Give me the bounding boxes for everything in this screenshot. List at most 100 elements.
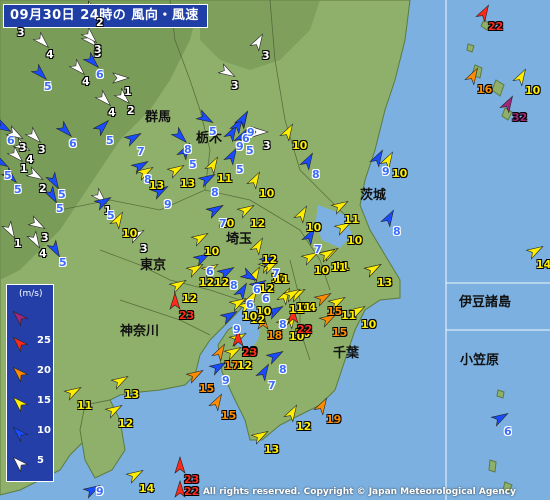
- wind-speed-label: 10: [306, 221, 322, 234]
- wind-speed-label: 22: [488, 20, 504, 33]
- wind-speed-label: 5: [4, 169, 12, 182]
- wind-speed-label: 8: [184, 143, 192, 156]
- region-label-ibaraki: 茨城: [360, 188, 387, 203]
- legend-value: 5: [37, 455, 44, 466]
- wind-speed-label: 6: [262, 292, 270, 305]
- wind-speed-label: 6: [69, 137, 77, 150]
- wind-speed-label: 3: [94, 43, 102, 56]
- wind-speed-label: 8: [211, 186, 219, 199]
- region-label-gunma: 群馬: [145, 110, 172, 125]
- arrow-icon: [12, 426, 29, 443]
- wind-speed-label: 10: [292, 139, 308, 152]
- wind-speed-label: 4: [82, 75, 90, 88]
- wind-speed-label: 13: [180, 177, 196, 190]
- wind-speed-label: 9: [382, 165, 390, 178]
- wind-speed-label: 10: [347, 234, 363, 247]
- wind-speed-label: 8: [279, 318, 287, 331]
- wind-speed-label: 5: [59, 256, 67, 269]
- wind-speed-label: 4: [46, 48, 54, 61]
- wind-speed-label: 2: [127, 104, 135, 117]
- wind-speed-label: 11: [344, 213, 360, 226]
- wind-speed-label: 16: [477, 83, 493, 96]
- wind-speed-label: 32: [512, 111, 528, 124]
- wind-speed-label: 5: [14, 183, 22, 196]
- wind-speed-label: 9: [164, 198, 172, 211]
- wind-speed-label: 5: [58, 188, 66, 201]
- wind-speed-label: 4: [39, 247, 47, 260]
- wind-speed-label: 7: [137, 145, 145, 158]
- legend-row: 25: [7, 333, 53, 353]
- legend-row: 5: [7, 453, 53, 473]
- wind-speed-label: 6: [246, 298, 254, 311]
- wind-speed-label: 11: [331, 261, 347, 274]
- arrow-icon: [12, 366, 29, 383]
- wind-speed-label: 13: [264, 443, 280, 456]
- wind-speed-label: 13: [377, 276, 393, 289]
- wind-speed-label: 10: [204, 245, 220, 258]
- wind-speed-label: 8: [312, 168, 320, 181]
- legend-value: 10: [37, 425, 51, 436]
- wind-speed-label: 12: [118, 417, 134, 430]
- wind-speed-label: 10: [314, 264, 330, 277]
- wind-speed-label: 13: [124, 388, 140, 401]
- wind-speed-label: 8: [393, 225, 401, 238]
- wind-speed-label: 3: [231, 79, 239, 92]
- arrow-icon: [12, 456, 29, 473]
- wind-speed-label: 15: [221, 409, 237, 422]
- weather-map: 09月30日 24時の 風向・風速 群馬 栃木 茨城 埼玉 東京 神奈川 千葉 …: [0, 0, 550, 500]
- wind-speed-label: 19: [326, 413, 342, 426]
- wind-speed-label: 3: [38, 143, 46, 156]
- wind-speed-label: 12: [182, 292, 198, 305]
- wind-speed-label: 6: [253, 283, 261, 296]
- wind-speed-label: 9: [247, 126, 255, 139]
- wind-speed-label: 10: [361, 318, 377, 331]
- wind-speed-label: 8: [279, 363, 287, 376]
- wind-speed-label: 11: [296, 301, 312, 314]
- arrow-icon: [12, 336, 29, 353]
- copyright-footer: All rights reserved. Copyright © Japan M…: [202, 487, 516, 497]
- wind-speed-label: 6: [7, 134, 15, 147]
- wind-speed-label: 3: [262, 49, 270, 62]
- region-label-ogasawara: 小笠原: [460, 353, 500, 368]
- wind-speed-label: 18: [267, 329, 283, 342]
- wind-speed-label: 14: [536, 258, 550, 271]
- wind-speed-label: 23: [179, 309, 195, 322]
- wind-speed-label: 4: [108, 106, 116, 119]
- wind-speed-label: 9: [96, 485, 104, 498]
- region-label-kanagawa: 神奈川: [120, 324, 160, 339]
- wind-speed-label: 7: [268, 379, 276, 392]
- legend-row: [7, 307, 53, 327]
- wind-speed-label: 6: [504, 425, 512, 438]
- wind-speed-label: 13: [149, 179, 165, 192]
- wind-speed-label: 3: [41, 231, 49, 244]
- wind-speed-label: 6: [96, 68, 104, 81]
- wind-speed-label: 5: [44, 80, 52, 93]
- wind-speed-label: 10: [242, 310, 258, 323]
- legend-value: 25: [37, 335, 51, 346]
- wind-speed-label: 11: [217, 172, 233, 185]
- wind-speed-label: 5: [236, 163, 244, 176]
- wind-speed-label: 22: [297, 323, 313, 336]
- wind-speed-label: 8: [230, 279, 238, 292]
- legend-value: 20: [37, 365, 51, 376]
- wind-speed-label: 12: [214, 276, 230, 289]
- legend-row: 20: [7, 363, 53, 383]
- region-label-saitama: 埼玉: [226, 232, 253, 247]
- wind-speed-label: 5: [106, 134, 114, 147]
- wind-speed-label: 1: [14, 237, 22, 250]
- wind-speed-label: 11: [341, 309, 357, 322]
- wind-speed-label: 10: [525, 84, 541, 97]
- wind-speed-label: 12: [199, 276, 215, 289]
- wind-speed-label: 15: [199, 382, 215, 395]
- wind-speed-label: 23: [184, 473, 200, 486]
- wind-speed-label: 12: [262, 253, 278, 266]
- region-label-izu: 伊豆諸島: [459, 295, 512, 310]
- wind-speed-label: 5: [209, 125, 217, 138]
- legend-value: 15: [37, 395, 51, 406]
- wind-speed-label: 11: [77, 399, 93, 412]
- wind-speed-label: 7: [314, 243, 322, 256]
- wind-speed-label: 12: [296, 420, 312, 433]
- wind-speed-label: 3: [19, 141, 27, 154]
- wind-speed-label: 7: [272, 267, 280, 280]
- wind-speed-label: 5: [189, 158, 197, 171]
